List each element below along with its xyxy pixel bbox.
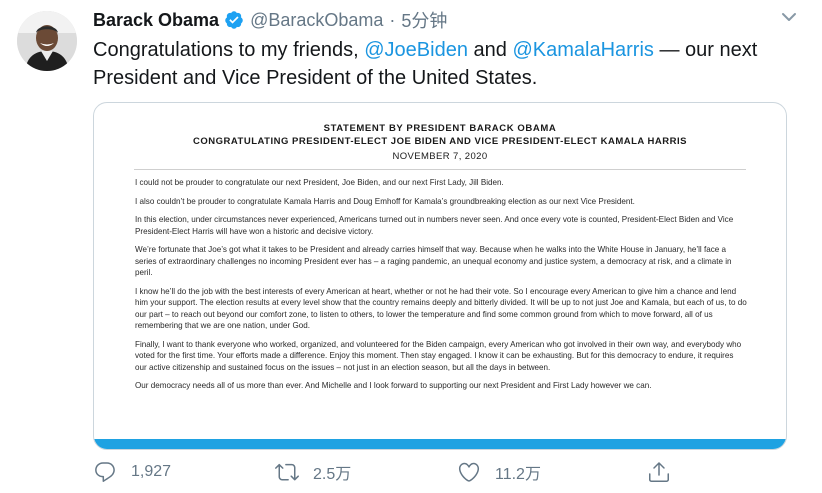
like-icon [458,462,480,482]
statement-paragraph: In this election, under circumstances ne… [135,215,734,236]
mention-joebiden[interactable]: @JoeBiden [364,39,468,61]
verified-badge-icon [225,11,243,29]
statement-divider [134,169,746,170]
statement-paragraph: Our democracy needs all of us more than … [135,381,652,390]
avatar[interactable] [17,11,77,71]
statement-paragraph: I know he’ll do the job with the best in… [135,286,747,331]
statement-title: STATEMENT BY PRESIDENT BARACK OBAMA [323,123,557,134]
statement-paragraph: I could not be prouder to congratulate o… [135,178,504,187]
reply-count: 1,927 [131,463,172,480]
tweet-text-and: and [473,39,507,61]
tweet-time[interactable]: 5分钟 [401,7,447,33]
user-handle[interactable]: @BarackObama [250,10,383,31]
share-button[interactable] [647,458,671,486]
retweet-count: 2.5万 [313,466,352,483]
tweet-text-prefix: Congratulations to my friends, [93,39,359,61]
caret-down-icon[interactable] [778,8,800,26]
statement-bottom-bar [94,439,786,449]
statement-paragraph: We’re fortunate that Joe’s got what it t… [135,245,732,277]
tweet-actions: 1,927 2.5万 11.2万 [93,458,793,486]
user-name[interactable]: Barack Obama [93,10,219,31]
reply-button[interactable]: 1,927 [93,458,171,486]
statement-date: NOVEMBER 7, 2020 [392,151,488,162]
mention-kamalaharris[interactable]: @KamalaHarris [512,39,653,61]
statement-paragraph: I also couldn’t be prouder to congratula… [135,196,635,206]
statement-paragraph: Finally, I want to thank everyone who wo… [135,339,742,372]
like-button[interactable]: 11.2万 [457,458,541,486]
statement-subtitle: CONGRATULATING PRESIDENT-ELECT JOE BIDEN… [193,136,687,147]
retweet-button[interactable]: 2.5万 [275,458,351,486]
separator-dot: · [389,9,396,30]
tweet-header: Barack Obama @BarackObama · 5分钟 [93,7,447,33]
statement-body: I could not be prouder to congratulate o… [135,177,747,399]
retweet-icon [275,463,299,481]
statement-image[interactable]: STATEMENT BY PRESIDENT BARACK OBAMA CONG… [93,102,787,450]
like-count: 11.2万 [495,466,541,483]
share-icon [649,462,669,482]
reply-icon [95,462,115,482]
tweet-text: Congratulations to my friends, @JoeBiden… [93,36,793,92]
